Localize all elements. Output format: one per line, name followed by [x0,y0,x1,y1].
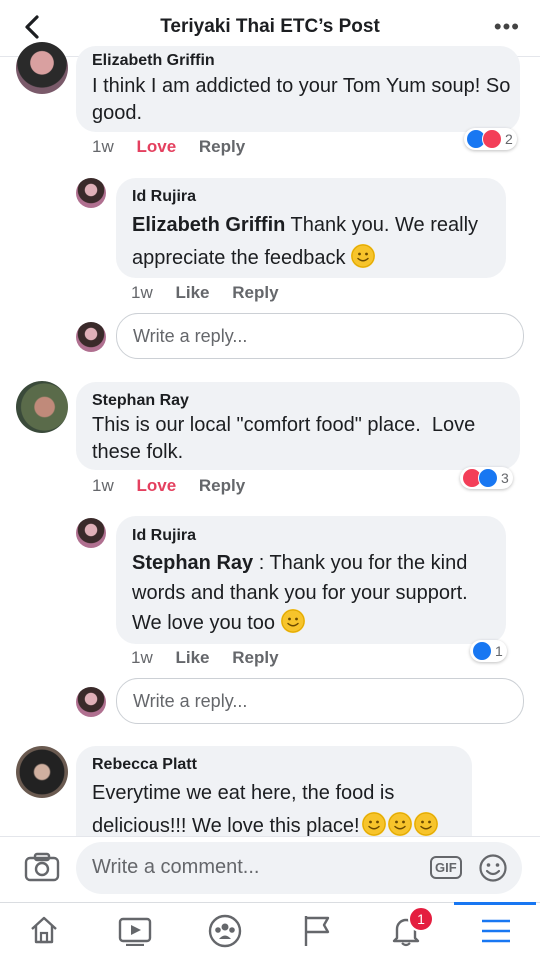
smiley-emoji-icon [280,609,305,633]
reply-text: Stephan Ray : Thank you for the kind wor… [132,548,502,638]
reply-input[interactable]: Write a reply... [116,313,524,359]
emoji-icon[interactable] [478,853,508,883]
comment-time: 1w [92,476,114,495]
camera-icon[interactable] [24,852,60,882]
comment-text: Everytime we eat here, the food is delic… [92,777,468,843]
like-button[interactable]: Like [175,283,209,302]
reaction-summary[interactable]: 2 [464,128,517,150]
avatar[interactable] [16,42,68,94]
comment-placeholder: Write a comment... [92,856,260,878]
page-title: Teriyaki Thai ETC’s Post [160,16,380,37]
reply-button[interactable]: Reply [232,648,278,667]
reply-input[interactable]: Write a reply... [116,678,524,724]
like-reaction-icon [472,641,492,661]
reply-time: 1w [131,283,153,302]
more-options-icon[interactable]: ••• [494,14,520,40]
avatar [76,322,106,352]
smiley-emoji-icon [351,244,376,268]
avatar[interactable] [16,381,68,433]
reply-author[interactable]: Id Rujira [132,527,196,545]
comment-time: 1w [92,137,114,156]
gif-icon[interactable]: GIF [430,856,462,879]
love-reaction-icon [482,129,502,149]
groups-icon[interactable] [208,914,242,948]
mention-link[interactable]: Elizabeth Griffin [132,214,285,236]
comment-text: I think I am addicted to your Tom Yum so… [92,75,511,124]
comment-body: Everytime we eat here, the food is delic… [92,782,395,837]
reply-author[interactable]: Id Rujira [132,188,196,206]
pages-flag-icon[interactable] [302,914,332,948]
reply-placeholder: Write a reply... [133,691,248,711]
comment-input[interactable]: Write a comment... GIF [76,842,522,894]
reaction-summary[interactable]: 1 [470,640,507,662]
like-reaction-icon [478,468,498,488]
comment-author[interactable]: Stephan Ray [92,392,189,410]
reply-button[interactable]: Reply [199,137,245,156]
avatar[interactable] [76,178,106,208]
reaction-count: 2 [505,131,513,147]
bottom-tab-bar [0,902,540,961]
menu-hamburger-icon[interactable] [480,917,512,945]
avatar[interactable] [76,518,106,548]
comment-author[interactable]: Elizabeth Griffin [92,52,215,70]
comment-text: This is our local "comfort food" place. … [92,414,481,463]
home-icon[interactable] [28,914,60,946]
watch-video-icon[interactable] [118,916,152,946]
love-button[interactable]: Love [136,476,176,495]
reaction-count: 3 [501,470,509,486]
reaction-count: 1 [495,643,503,659]
notification-badge: 1 [408,906,434,932]
reply-actions: 1w Like Reply [131,648,279,668]
reply-time: 1w [131,648,153,667]
smiley-emoji-icon [413,812,438,836]
active-tab-indicator [454,902,536,905]
avatar [76,687,106,717]
comment-author[interactable]: Rebecca Platt [92,756,197,774]
like-button[interactable]: Like [175,648,209,667]
reply-button[interactable]: Reply [199,476,245,495]
reply-text: Elizabeth Griffin Thank you. We really a… [132,209,502,275]
reply-placeholder: Write a reply... [133,326,248,346]
mention-link[interactable]: Stephan Ray [132,552,253,574]
love-button[interactable]: Love [136,137,176,156]
avatar[interactable] [16,746,68,798]
smiley-emoji-icon [361,812,386,836]
comment-actions: 1w Love Reply [92,476,245,496]
reaction-summary[interactable]: 3 [460,467,513,489]
comment-actions: 1w Love Reply [92,137,245,157]
smiley-emoji-icon [387,812,412,836]
reply-actions: 1w Like Reply [131,283,279,303]
reply-button[interactable]: Reply [232,283,278,302]
